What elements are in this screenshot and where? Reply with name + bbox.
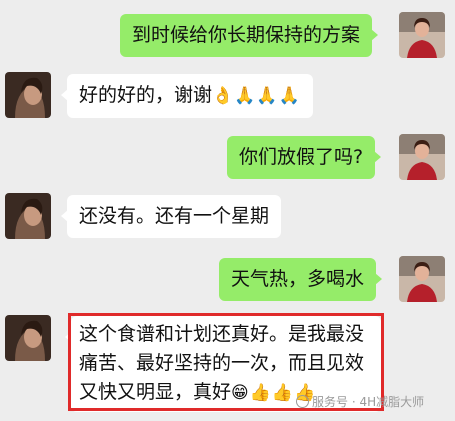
- account-icon: [296, 395, 309, 408]
- emoji-reaction: 👌🙏🙏🙏: [212, 86, 301, 106]
- message-bubble-outgoing[interactable]: 到时候给你长期保持的方案: [120, 14, 379, 57]
- message-text: 你们放假了吗?: [239, 146, 364, 168]
- message-bubble-outgoing[interactable]: 天气热，多喝水: [219, 258, 383, 301]
- avatar-self[interactable]: [399, 256, 445, 302]
- avatar-contact[interactable]: [5, 193, 51, 239]
- message-text: 到时候给你长期保持的方案: [132, 24, 361, 46]
- avatar-woman-portrait-icon: [5, 315, 51, 361]
- message-text: 好的好的，谢谢: [79, 84, 213, 106]
- message-text: 还没有。还有一个星期: [79, 205, 270, 227]
- avatar-woman-portrait-icon: [5, 193, 51, 239]
- avatar-contact[interactable]: [5, 315, 51, 361]
- avatar-self[interactable]: [399, 134, 445, 180]
- watermark: 服务号 · 4H减脂大师: [296, 393, 424, 410]
- watermark-label: 服务号 · 4H减脂大师: [312, 395, 425, 409]
- avatar-contact[interactable]: [5, 72, 51, 118]
- avatar-woman-red-icon: [399, 12, 445, 58]
- message-text-line: 痛苦、最好坚持的一次，而且见效: [79, 352, 365, 374]
- avatar-woman-red-icon: [399, 134, 445, 180]
- avatar-self[interactable]: [399, 12, 445, 58]
- message-text-line: 这个食谱和计划还真好。是我最没: [79, 323, 365, 345]
- message-text: 天气热，多喝水: [231, 268, 365, 290]
- message-bubble-incoming[interactable]: 还没有。还有一个星期: [60, 195, 282, 238]
- message-bubble-incoming[interactable]: 好的好的，谢谢👌🙏🙏🙏: [61, 74, 313, 118]
- message-bubble-outgoing[interactable]: 你们放假了吗?: [227, 136, 382, 179]
- avatar-woman-red-icon: [399, 256, 445, 302]
- avatar-woman-portrait-icon: [5, 72, 51, 118]
- message-text: 又快又明显，真好: [79, 381, 232, 403]
